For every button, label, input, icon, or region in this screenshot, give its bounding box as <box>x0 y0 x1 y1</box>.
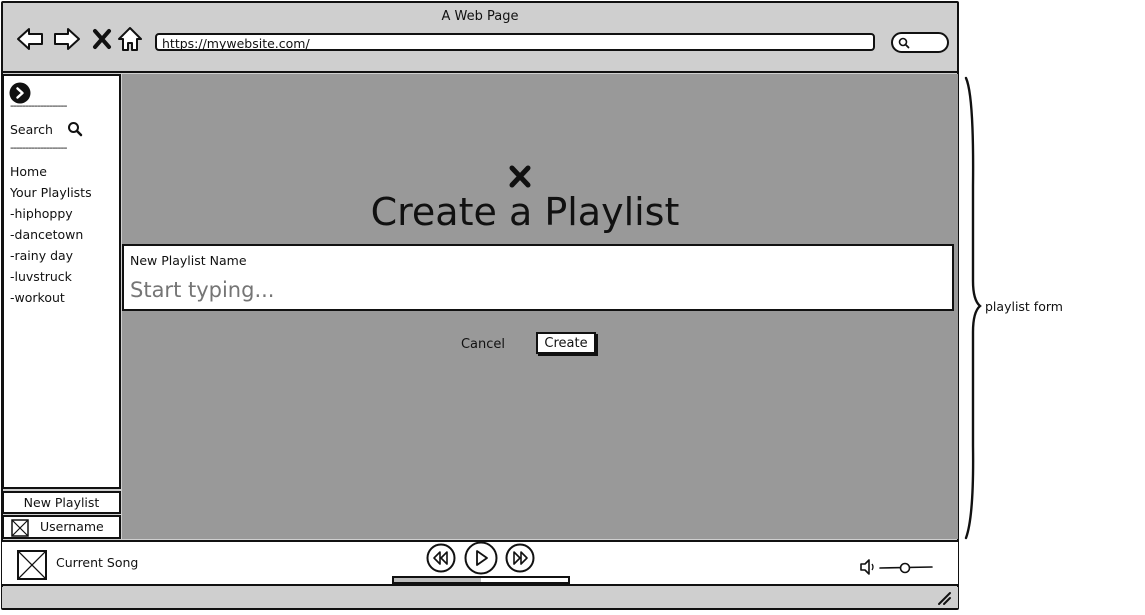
progress-bar[interactable] <box>392 576 570 584</box>
username: Username <box>40 519 104 534</box>
playlist-name-label: New Playlist Name <box>130 253 247 268</box>
new-playlist-button[interactable]: New Playlist <box>2 491 121 514</box>
avatar-placeholder-icon <box>11 519 29 537</box>
volume-knob <box>899 562 911 574</box>
search-icon <box>898 37 910 49</box>
sidebar-item-workout[interactable]: -workout <box>10 290 65 305</box>
resize-grip-icon[interactable] <box>936 590 952 606</box>
window-title: A Web Page <box>441 9 519 24</box>
image-placeholder-icon <box>18 551 46 579</box>
annotation-label: playlist form <box>985 299 1063 314</box>
annotation-brace <box>960 76 986 542</box>
volume-control[interactable] <box>859 556 937 578</box>
rewind-icon[interactable] <box>426 543 456 577</box>
chrome-divider <box>3 71 957 73</box>
sidebar-item-luvstruck[interactable]: -luvstruck <box>10 269 72 284</box>
album-art-placeholder <box>17 550 47 580</box>
playlist-name-input[interactable] <box>128 272 942 308</box>
cancel-button[interactable]: Cancel <box>450 334 516 356</box>
fast-forward-icon[interactable] <box>505 543 535 577</box>
address-bar[interactable]: https://mywebsite.com/ <box>155 33 875 51</box>
progress-fill <box>394 578 481 582</box>
player-bar: Current Song <box>2 540 958 586</box>
sidebar-item-rainy-day[interactable]: -rainy day <box>10 248 73 263</box>
sidebar-item-home[interactable]: Home <box>10 164 47 179</box>
browser-search-box[interactable] <box>891 32 949 53</box>
home-icon[interactable] <box>117 26 143 52</box>
speaker-icon <box>860 559 874 575</box>
sidebar-item-your-playlists[interactable]: Your Playlists <box>10 185 92 200</box>
search-icon[interactable] <box>67 121 83 137</box>
status-bar <box>2 587 958 608</box>
sidebar: ------------------- Search -------------… <box>2 74 121 489</box>
modal-title: Create a Playlist <box>370 190 680 234</box>
forward-icon[interactable] <box>52 26 82 52</box>
sidebar-separator: ------------------- <box>10 99 67 112</box>
play-icon[interactable] <box>464 541 498 579</box>
sidebar-separator: ------------------- <box>10 141 67 154</box>
user-menu[interactable]: Username <box>2 515 121 539</box>
create-button[interactable]: Create <box>536 332 596 354</box>
sidebar-item-dancetown[interactable]: -dancetown <box>10 227 83 242</box>
sidebar-search[interactable]: Search <box>10 122 53 137</box>
close-icon[interactable] <box>91 26 113 52</box>
sidebar-search-label: Search <box>10 122 53 137</box>
back-icon[interactable] <box>15 26 45 52</box>
sidebar-item-hiphoppy[interactable]: -hiphoppy <box>10 206 73 221</box>
playlist-name-field: New Playlist Name <box>122 244 954 311</box>
current-song-title: Current Song <box>56 555 139 570</box>
close-modal-icon[interactable] <box>505 163 535 191</box>
